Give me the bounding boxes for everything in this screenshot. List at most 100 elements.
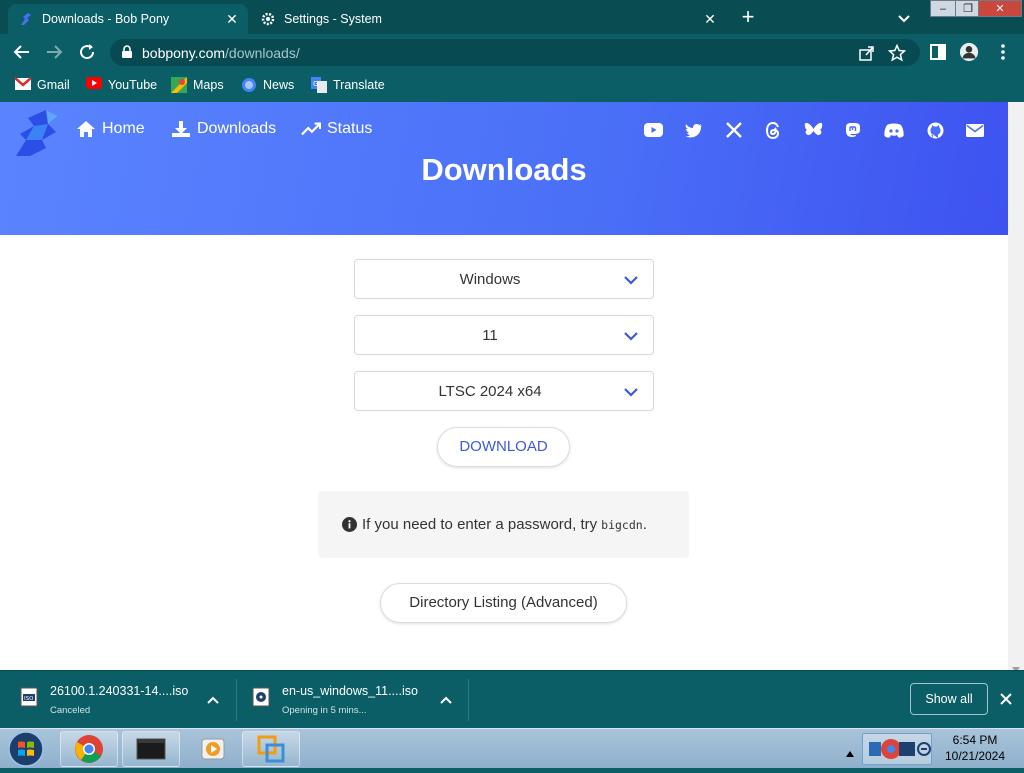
- taskbar-chrome-icon[interactable]: [60, 731, 118, 767]
- info-icon: [342, 517, 357, 532]
- shelf-divider: [236, 679, 237, 721]
- download-item[interactable]: en-us_windows_11....iso Opening in 5 min…: [252, 679, 462, 721]
- svg-text:ISO: ISO: [24, 696, 34, 702]
- menu-kebab-icon[interactable]: [993, 42, 1013, 62]
- address-bar[interactable]: bobpony.com/downloads/: [110, 39, 920, 66]
- password-note-text: If you need to enter a password, try big…: [342, 516, 647, 533]
- page-content: Home Downloads Status Downloads Windows …: [0, 102, 1008, 670]
- download-item[interactable]: ISO 26100.1.240331-14....iso Canceled: [20, 679, 230, 721]
- share-icon[interactable]: [858, 44, 876, 62]
- tray-expand-icon[interactable]: [846, 744, 854, 757]
- bookmark-star-icon[interactable]: [887, 43, 907, 62]
- page-title: Downloads: [421, 152, 587, 187]
- bookmark-label: Translate: [333, 78, 385, 92]
- bookmark-translate[interactable]: G Translate: [311, 77, 385, 93]
- iso-file-icon: [252, 687, 270, 707]
- edition-select-value: LTSC 2024 x64: [438, 383, 542, 400]
- os-select[interactable]: Windows: [354, 259, 654, 299]
- x-icon[interactable]: [724, 120, 744, 140]
- translate-icon: G: [311, 77, 327, 93]
- version-select[interactable]: 11: [354, 315, 654, 355]
- new-tab-icon[interactable]: +: [736, 5, 760, 29]
- taskbar-media-player-icon[interactable]: [184, 731, 242, 767]
- download-shelf: ISO 26100.1.240331-14....iso Canceled en…: [0, 670, 1024, 728]
- tab-settings[interactable]: Settings - System ✕: [250, 4, 726, 34]
- password-code: bigcdn: [601, 517, 643, 532]
- nav-label: Status: [327, 120, 373, 137]
- bobpony-favicon-icon: [18, 11, 34, 27]
- network-icon[interactable]: [916, 741, 932, 757]
- gear-icon: [260, 11, 276, 27]
- gmail-icon: [15, 77, 31, 93]
- show-all-button[interactable]: Show all: [910, 683, 988, 715]
- tab-title: Settings - System: [284, 12, 382, 26]
- home-icon: [76, 120, 96, 138]
- tab-downloads[interactable]: Downloads - Bob Pony ✕: [8, 4, 248, 34]
- download-status: Canceled: [50, 705, 91, 716]
- chevron-down-icon: [623, 328, 639, 344]
- youtube-icon[interactable]: [643, 120, 663, 140]
- taskbar-terminal-icon[interactable]: [122, 731, 180, 767]
- bookmark-label: News: [263, 78, 295, 92]
- scroll-down-icon[interactable]: [1012, 660, 1020, 673]
- nav-label: Home: [102, 120, 145, 137]
- chevron-down-icon: [623, 272, 639, 288]
- bookmark-maps[interactable]: Maps: [171, 77, 224, 93]
- tab-search-chevron-icon[interactable]: [894, 8, 914, 28]
- tab-strip: Downloads - Bob Pony ✕ Settings - System…: [0, 0, 1024, 34]
- mastodon-icon[interactable]: [843, 120, 863, 140]
- taskbar-clock[interactable]: 6:54 PM 10/21/2024: [942, 732, 1008, 764]
- page-scrollbar[interactable]: [1008, 102, 1024, 673]
- bookmark-youtube[interactable]: YouTube: [86, 77, 157, 93]
- mail-icon[interactable]: [965, 120, 985, 140]
- tab-close-icon[interactable]: ✕: [224, 11, 240, 27]
- nav-label: Downloads: [197, 120, 277, 137]
- profile-avatar-icon[interactable]: [959, 42, 979, 62]
- bookmarks-bar: Gmail YouTube Maps News G Translate: [0, 70, 1024, 102]
- lock-icon[interactable]: [120, 45, 134, 59]
- twitter-icon[interactable]: [684, 120, 704, 140]
- news-icon: [241, 77, 257, 93]
- github-icon[interactable]: [925, 120, 945, 140]
- bobpony-logo-icon[interactable]: [12, 106, 64, 158]
- start-button-icon[interactable]: [6, 730, 46, 768]
- download-status: Opening in 5 mins...: [282, 705, 367, 716]
- reload-icon[interactable]: [76, 41, 98, 63]
- nav-status[interactable]: Status: [301, 120, 372, 138]
- close-icon[interactable]: [998, 691, 1014, 707]
- clock-date: 10/21/2024: [944, 749, 1006, 763]
- bookmark-label: Maps: [193, 78, 224, 92]
- youtube-icon: [86, 77, 102, 93]
- password-note: If you need to enter a password, try big…: [318, 491, 689, 558]
- directory-listing-button[interactable]: Directory Listing (Advanced): [380, 583, 627, 623]
- side-panel-icon[interactable]: [928, 42, 948, 62]
- bookmark-label: YouTube: [108, 78, 158, 92]
- chevron-up-icon[interactable]: [206, 693, 220, 707]
- edition-select[interactable]: LTSC 2024 x64: [354, 371, 654, 411]
- download-button[interactable]: DOWNLOAD: [437, 427, 570, 467]
- chevron-up-icon[interactable]: [439, 693, 453, 707]
- nav-home[interactable]: Home: [76, 120, 145, 138]
- trend-icon: [301, 120, 321, 138]
- forward-arrow-icon[interactable]: [43, 41, 65, 63]
- taskbar: 6:54 PM 10/21/2024: [0, 728, 1024, 768]
- browser-toolbar: bobpony.com/downloads/: [0, 34, 1024, 70]
- tab-title: Downloads - Bob Pony: [42, 12, 170, 26]
- version-select-value: 11: [482, 327, 498, 344]
- bluesky-icon[interactable]: [803, 120, 823, 140]
- tab-close-icon[interactable]: ✕: [702, 11, 718, 27]
- taskbar-vmware-icon[interactable]: [242, 731, 300, 767]
- bookmark-gmail[interactable]: Gmail: [15, 77, 70, 93]
- url-text: bobpony.com/downloads/: [142, 45, 300, 61]
- threads-icon[interactable]: [763, 120, 783, 140]
- maps-icon: [171, 77, 187, 93]
- svg-text:G: G: [313, 80, 318, 88]
- window-close-icon[interactable]: ✕: [978, 0, 1022, 17]
- discord-icon[interactable]: [884, 120, 904, 140]
- bookmark-news[interactable]: News: [241, 77, 294, 93]
- minimize-icon[interactable]: –: [930, 0, 956, 17]
- os-select-value: Windows: [459, 271, 521, 288]
- nav-downloads[interactable]: Downloads: [171, 120, 276, 138]
- download-icon: [171, 120, 191, 138]
- back-arrow-icon[interactable]: [11, 41, 33, 63]
